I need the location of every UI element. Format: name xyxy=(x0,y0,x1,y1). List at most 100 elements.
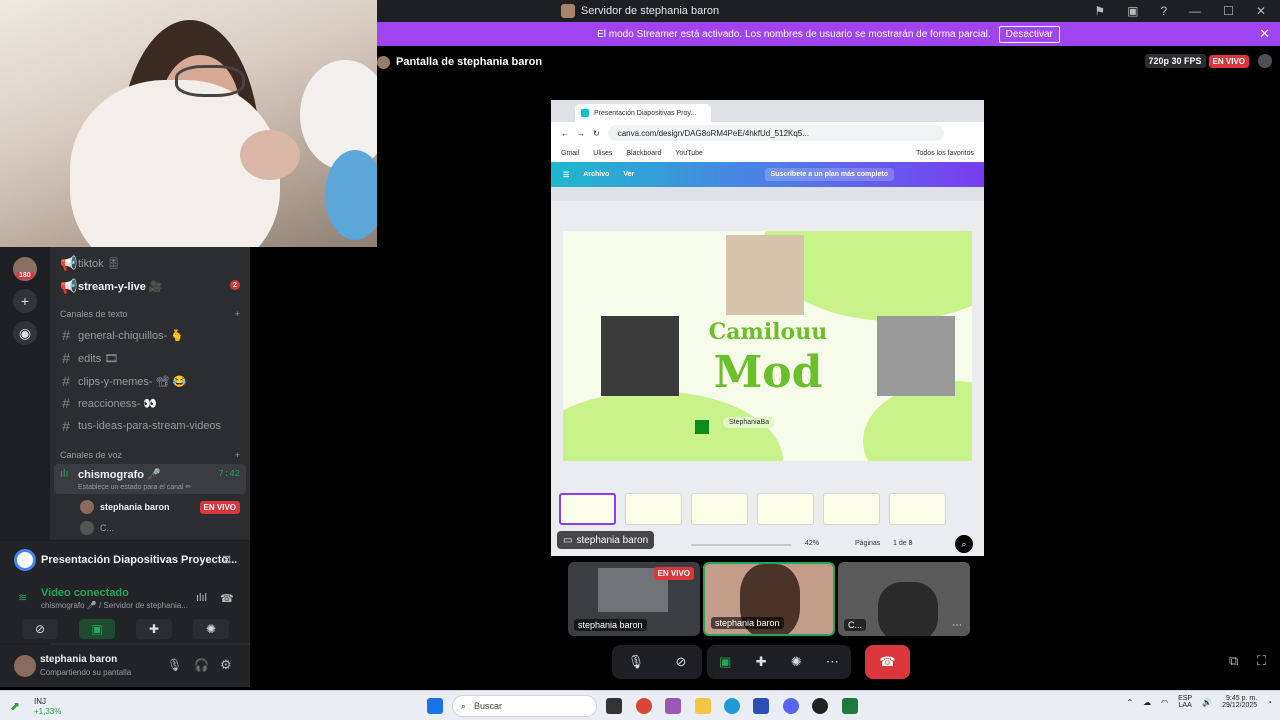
screen-icon[interactable]: ▣ xyxy=(1127,4,1138,18)
clock[interactable]: 9:45 p. m. 29/12/2025 xyxy=(1222,695,1257,709)
address-bar[interactable]: canva.com/design/DAG8oRM4PeE/4hkfUd_512K… xyxy=(607,125,944,141)
taskview-icon[interactable] xyxy=(606,698,622,714)
excel-icon[interactable] xyxy=(842,698,858,714)
participant-tile-camera[interactable]: stephania baron xyxy=(703,562,835,636)
disconnect-button[interactable]: ☎ xyxy=(865,645,910,679)
language-indicator[interactable]: ESP LAA xyxy=(1178,695,1192,709)
user-panel: stephania baron Compartiendo su pantalla… xyxy=(0,645,250,687)
bookmark-all[interactable]: Todos los favoritos xyxy=(916,150,974,157)
thumbnail-page[interactable] xyxy=(889,493,946,525)
avatar[interactable] xyxy=(14,655,36,677)
bookmark-youtube[interactable]: YouTube xyxy=(675,150,703,157)
back-icon[interactable]: ← xyxy=(561,129,569,138)
kick-logo xyxy=(695,420,709,434)
wifi-icon[interactable]: ◠ xyxy=(1161,698,1168,707)
notification-icon[interactable]: ◔ xyxy=(1267,698,1272,707)
slide-canvas[interactable]: Camilouu Mod StephaniaBa xyxy=(563,231,972,461)
thumbnail-page[interactable] xyxy=(691,493,748,525)
photo-left xyxy=(601,316,679,396)
participant-tile-screen[interactable]: EN VIVO stephania baron xyxy=(568,562,700,636)
microphone-icon[interactable]: 🎙 xyxy=(628,654,645,670)
thumbnail-page[interactable] xyxy=(625,493,682,525)
voice-user-stephania[interactable]: stephania baron EN VIVO xyxy=(80,500,240,516)
menu-ver[interactable]: Ver xyxy=(623,171,634,178)
soundboard-button[interactable]: ✺ xyxy=(193,619,229,639)
disable-streamer-button[interactable]: Desactivar xyxy=(998,25,1060,43)
edge-icon[interactable] xyxy=(724,698,740,714)
explore-icon[interactable]: ◉ xyxy=(13,321,37,345)
channel-reacciones[interactable]: # reaccioness- 👀 xyxy=(60,395,157,411)
reload-icon[interactable]: ↻ xyxy=(593,129,600,138)
help-icon[interactable]: ? xyxy=(1160,4,1167,18)
channel-edits[interactable]: # edits 🎞 xyxy=(60,350,118,366)
channel-general[interactable]: # general-chiquillos- 🫰 xyxy=(60,327,184,343)
store-icon[interactable] xyxy=(753,698,769,714)
cloud-icon[interactable]: ☁ xyxy=(1143,698,1151,707)
zoom-icon[interactable]: ⌕ xyxy=(955,535,973,553)
stop-activity-icon[interactable]: ⊠ xyxy=(222,553,231,566)
chrome-icon[interactable] xyxy=(636,698,652,714)
soundboard-icon[interactable]: ✺ xyxy=(791,654,802,670)
more-icon[interactable]: ⋯ xyxy=(952,620,962,631)
activities-icon[interactable]: ✚ xyxy=(756,654,767,670)
screen-share-view: Presentación Diapositivas Proy... ← → ↻ … xyxy=(551,100,984,556)
share-name-label: ▭ stephania baron xyxy=(557,531,655,549)
forward-icon[interactable]: → xyxy=(577,129,585,138)
menu-icon[interactable]: ☰ xyxy=(563,171,569,179)
chat-icon[interactable] xyxy=(1258,54,1272,68)
connection-status[interactable]: Video conectado xyxy=(41,587,129,599)
bookmark-ulises[interactable]: Ulises xyxy=(593,150,612,157)
share-screen-button[interactable]: ▣ xyxy=(79,619,115,639)
add-server-icon[interactable]: + xyxy=(13,289,37,313)
activities-button[interactable]: ✚ xyxy=(136,619,172,639)
browser-tab[interactable]: Presentación Diapositivas Proy... xyxy=(575,104,711,122)
fullscreen-icon[interactable]: ⛶ xyxy=(1257,653,1266,669)
app-icon[interactable] xyxy=(812,698,828,714)
folder-icon[interactable] xyxy=(695,698,711,714)
voice-user-c[interactable]: C... xyxy=(80,521,240,535)
noise-icon[interactable]: ılıl xyxy=(196,592,207,604)
chart-icon: ⬈ xyxy=(10,699,21,713)
upgrade-button[interactable]: Suscríbete a un plan más completo xyxy=(764,168,894,181)
start-icon[interactable] xyxy=(427,698,443,714)
copilot-icon[interactable] xyxy=(665,698,681,714)
disconnect-icon[interactable]: ☎ xyxy=(220,592,234,605)
camera-off-icon[interactable]: ⊘ xyxy=(675,654,686,670)
signal-icon: ≋ xyxy=(18,592,28,604)
thumbnail-page[interactable] xyxy=(757,493,814,525)
volume-icon[interactable]: 🔊 xyxy=(1202,698,1212,707)
headphones-icon[interactable]: 🎧 xyxy=(194,658,209,672)
bookmark-gmail[interactable]: Gmail xyxy=(561,150,579,157)
chevron-up-icon[interactable]: ⌃ xyxy=(1126,698,1133,707)
taskbar-search[interactable]: ⌕ Buscar xyxy=(452,695,597,717)
channel-tiktok[interactable]: 📢 tiktok 🎚 xyxy=(60,255,121,272)
bookmark-blackboard[interactable]: Blackboard xyxy=(626,150,661,157)
zoom-slider[interactable] xyxy=(691,544,791,546)
menu-archivo[interactable]: Archivo xyxy=(583,171,609,178)
camera-off-button[interactable]: ⊘ xyxy=(22,619,58,639)
channel-stream-y-live[interactable]: 📢 stream-y-live 🎥 xyxy=(60,278,163,295)
channel-ideas[interactable]: # tus-ideas-para-stream-videos xyxy=(60,418,221,434)
thumbnail-page[interactable] xyxy=(823,493,880,525)
pages-button[interactable]: Páginas xyxy=(855,540,880,547)
thumbnail-page[interactable] xyxy=(559,493,616,525)
voice-category[interactable]: Canales de voz + xyxy=(60,450,240,460)
text-category[interactable]: Canales de texto + xyxy=(60,309,240,319)
voice-channel-chismografo[interactable]: ılı chismografo 🎤 7:42 Establece un esta… xyxy=(54,464,246,494)
widget-ticker[interactable]: ⬈ INJ +1,33% xyxy=(10,695,90,717)
maximize-icon[interactable]: ☐ xyxy=(1223,4,1234,18)
participant-tile-c[interactable]: C... ⋯ xyxy=(838,562,970,636)
microphone-icon[interactable]: 🎙 xyxy=(167,658,182,672)
close-icon[interactable]: ✕ xyxy=(1259,26,1270,42)
discord-icon[interactable] xyxy=(783,698,799,714)
user-status: Compartiendo su pantalla xyxy=(40,668,132,677)
channel-clips[interactable]: # clips-y-memes- 📽 😂 xyxy=(60,373,186,389)
share-screen-icon[interactable]: ▣ xyxy=(719,654,731,670)
minimize-icon[interactable]: — xyxy=(1189,4,1201,18)
close-window-icon[interactable]: ✕ xyxy=(1256,4,1266,18)
page-count: 1 de 8 xyxy=(893,540,913,547)
popout-icon[interactable]: ⧉ xyxy=(1229,653,1238,669)
gear-icon[interactable]: ⚙ xyxy=(220,657,232,673)
inbox-icon[interactable]: ⚑ xyxy=(1094,4,1105,18)
more-options-icon[interactable]: ⋯ xyxy=(826,654,839,670)
